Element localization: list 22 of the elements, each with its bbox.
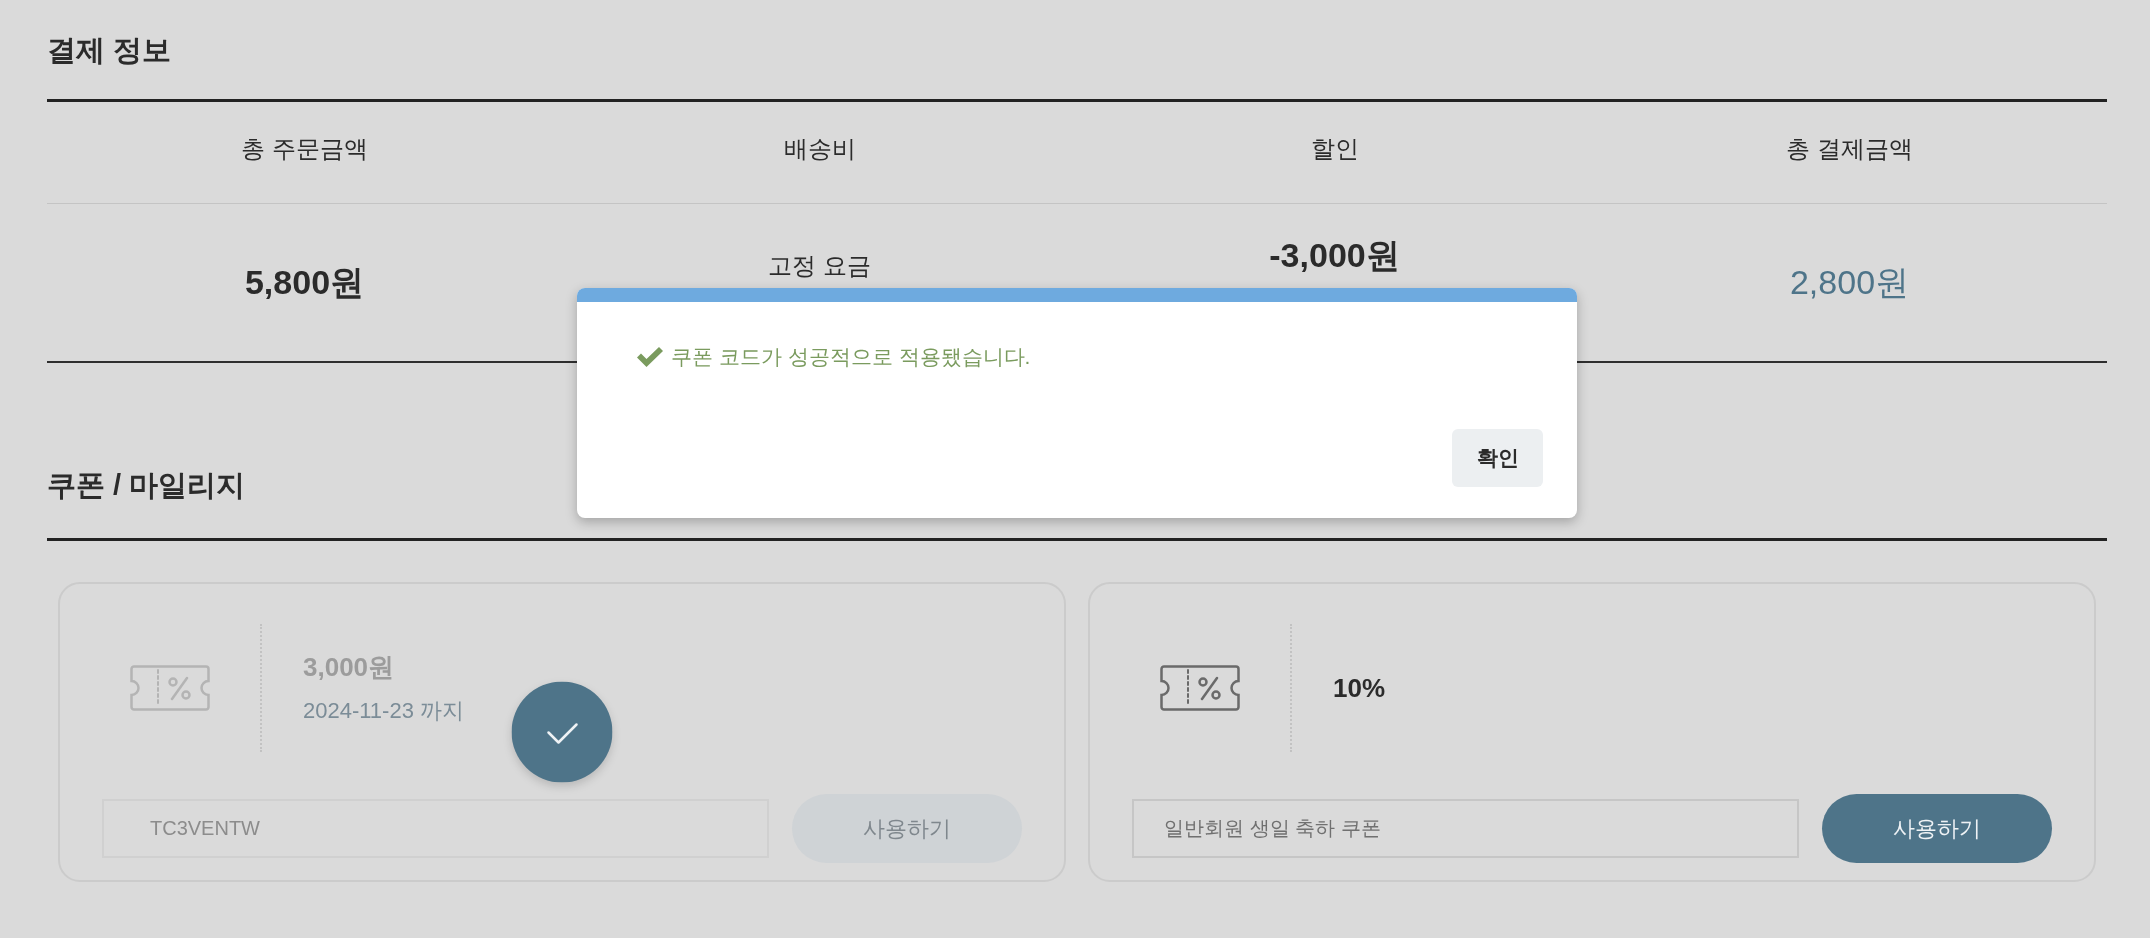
section-title: 쿠폰 / 마일리지 [47, 468, 247, 503]
coupon-expiry: 2024-11-23 까지 [303, 697, 464, 725]
amount-value: 5,800원 [244, 262, 365, 303]
coupon-code-field[interactable]: TC3VENTW [102, 799, 769, 858]
check-circle-icon [511, 681, 613, 783]
coupon-code-field[interactable]: 일반회원 생일 축하 쿠폰 [1132, 799, 1799, 858]
confirm-button[interactable]: 확인 [1452, 429, 1543, 487]
use-coupon-button[interactable]: 사용하기 [1822, 794, 2052, 863]
amount-value: -3,000원 [1269, 235, 1400, 276]
column-header: 배송비 [783, 133, 856, 164]
checkmark-icon [637, 347, 663, 367]
ticket-percent-icon [1160, 665, 1240, 711]
section-title: 결제 정보 [47, 33, 173, 68]
amount-value: 고정 요금 [768, 250, 871, 281]
column-header: 할인 [1310, 133, 1359, 164]
column-header: 총 주문금액 [241, 133, 368, 164]
column-header: 총 결제금액 [1786, 133, 1913, 164]
amount-value: 2,800원 [1789, 262, 1910, 303]
coupon-amount: 10% [1333, 672, 1386, 705]
coupon-amount: 3,000원 [303, 651, 396, 684]
ticket-percent-icon [130, 665, 210, 711]
dialog-message: 쿠폰 코드가 성공적으로 적용됐습니다. [671, 344, 1031, 370]
